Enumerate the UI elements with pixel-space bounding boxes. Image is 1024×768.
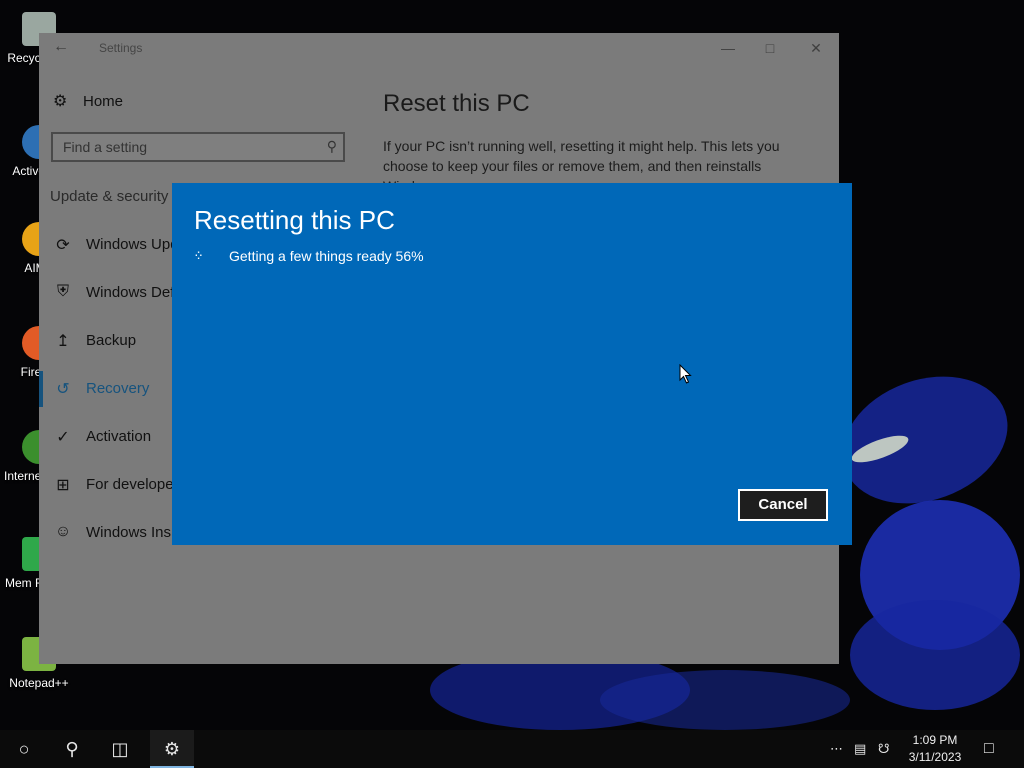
search-icon: ⚲ [326, 138, 337, 154]
nav-home[interactable]: ⚙ Home [53, 91, 123, 111]
show-hidden-icons-icon[interactable]: ⋯ [830, 730, 843, 768]
back-arrow-icon[interactable]: ← [53, 38, 69, 56]
action-center-icon[interactable]: □ [984, 730, 994, 768]
clock[interactable]: 1:09 PM 3/11/2023 [900, 732, 970, 766]
cancel-button[interactable]: Cancel [738, 489, 828, 521]
reset-dialog: Resetting this PC ·:· Getting a few thin… [172, 183, 852, 545]
search-input[interactable]: Find a setting ⚲ [51, 132, 345, 162]
settings-taskbar-gear-icon[interactable]: ⚙ [150, 730, 194, 768]
backup-arrow-icon: ↥ [56, 333, 70, 350]
gear-icon: ⚙ [53, 93, 68, 110]
recovery-icon: ↺ [56, 381, 70, 398]
volume-muted-icon[interactable]: ☋ [878, 730, 890, 768]
insider-person-icon: ☺ [54, 523, 72, 540]
dialog-title: Resetting this PC [194, 205, 395, 235]
close-button[interactable]: ✕ [803, 38, 829, 58]
sync-icon: ⟳ [56, 237, 70, 254]
task-view-icon[interactable]: ◫ [98, 730, 142, 768]
maximize-button[interactable]: □ [757, 38, 783, 58]
title-bar: ← Settings — □ ✕ [39, 33, 839, 63]
page-title: Reset this PC [383, 90, 530, 117]
window-title: Settings [99, 41, 143, 55]
shield-icon: ⛨ [56, 283, 69, 300]
taskbar: ○ ⚲ ◫ ⚙ ⋯ ▤ ☋ 1:09 PM 3/11/2023 □ [0, 730, 1024, 768]
section-title: Update & security [50, 188, 169, 205]
clock-time: 1:09 PM [912, 733, 958, 747]
search-placeholder: Find a setting [63, 139, 148, 155]
spinner-icon: ·:· [194, 246, 203, 262]
cortana-icon[interactable]: ○ [2, 730, 46, 768]
developer-tools-icon: ⊞ [56, 477, 70, 494]
mouse-cursor-icon [679, 364, 692, 384]
minimize-button[interactable]: — [715, 38, 741, 58]
search-icon[interactable]: ⚲ [50, 730, 94, 768]
status-text: Getting a few things ready 56% [229, 248, 424, 264]
clock-date: 3/11/2023 [908, 750, 962, 764]
network-icon[interactable]: ▤ [854, 730, 866, 768]
check-circle-icon: ✓ [56, 429, 70, 446]
